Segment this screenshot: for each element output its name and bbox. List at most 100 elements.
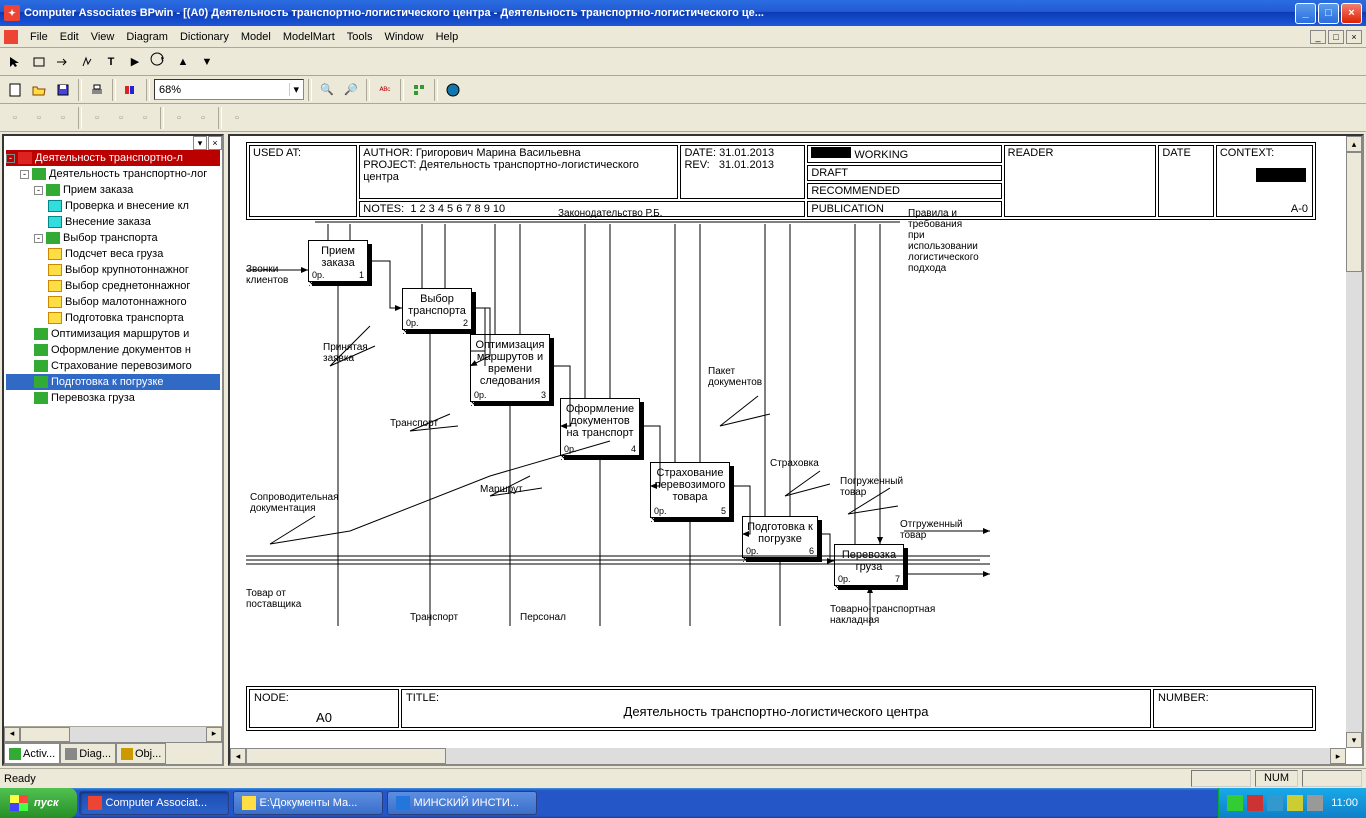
box-4[interactable]: Оформление документов на транспорт0р.4	[560, 398, 640, 456]
mm-btn-8: ▫	[192, 107, 214, 129]
sidebar-hscroll[interactable]: ◂▸	[4, 726, 222, 742]
tree-a0[interactable]: -Деятельность транспортно-лог	[6, 166, 220, 182]
model-explorer-button[interactable]	[408, 79, 430, 101]
tray-icon-5[interactable]	[1307, 795, 1323, 811]
mm-btn-3: ▫	[52, 107, 74, 129]
sidebar-tab-diagrams[interactable]: Diag...	[60, 743, 116, 764]
open-button[interactable]	[28, 79, 50, 101]
tree-opt[interactable]: Оптимизация маршрутов и	[6, 326, 220, 342]
label-paket: Пакет документов	[708, 366, 762, 388]
canvas-hscroll[interactable]: ◂▸	[230, 748, 1346, 764]
tree-root[interactable]: -Деятельность транспортно-л	[6, 150, 220, 166]
tree-priem[interactable]: -Прием заказа	[6, 182, 220, 198]
box-tool[interactable]	[28, 51, 50, 73]
tree-vybor-4[interactable]: Выбор малотоннажного	[6, 294, 220, 310]
menu-model[interactable]: Model	[235, 29, 277, 45]
label-soprov: Сопроводительная документация	[250, 492, 339, 514]
tree-podg[interactable]: Подготовка к погрузке	[6, 374, 220, 390]
menu-diagram[interactable]: Diagram	[120, 29, 174, 45]
app-icon: ✦	[4, 5, 20, 21]
tree-vybor[interactable]: -Выбор транспорта	[6, 230, 220, 246]
tree-vybor-3[interactable]: Выбор среднетоннажног	[6, 278, 220, 294]
down-tool[interactable]: ▼	[196, 51, 218, 73]
sidebar-float-button[interactable]: ▾	[193, 136, 207, 150]
tree-vybor-5[interactable]: Подготовка транспорта	[6, 310, 220, 326]
tree-strah[interactable]: Страхование перевозимого	[6, 358, 220, 374]
box-6[interactable]: Подготовка к погрузке0р.6	[742, 516, 818, 558]
print-button[interactable]	[86, 79, 108, 101]
menu-file[interactable]: File	[24, 29, 54, 45]
toolbar-standard: 68% ▾ 🔍 🔎 ᴬᴮᶜ	[0, 76, 1366, 104]
mdi-close-button[interactable]: ×	[1346, 30, 1362, 44]
task-word[interactable]: МИНСКИЙ ИНСТИ...	[387, 791, 537, 815]
label-zayavka: Принятая заявка	[323, 342, 368, 364]
mdi-restore-icon[interactable]	[4, 30, 18, 44]
sidebar-tab-activities[interactable]: Activ...	[4, 743, 60, 764]
modelmart-button[interactable]	[442, 79, 464, 101]
toolbar-modelmart: ▫ ▫ ▫ ▫ ▫ ▫ ▫ ▫ ▫	[0, 104, 1366, 132]
model-explorer: ▾× -Деятельность транспортно-л -Деятельн…	[2, 134, 224, 766]
canvas-vscroll[interactable]: ▴▾	[1346, 136, 1362, 748]
label-personal: Персонал	[520, 612, 566, 623]
squiggle-tool[interactable]	[76, 51, 98, 73]
zoom-combo[interactable]: 68% ▾	[154, 79, 304, 100]
tray-clock[interactable]: 11:00	[1331, 797, 1358, 809]
taskbar: пуск Computer Associat... E:\Документы М…	[0, 788, 1366, 818]
tray-icon-4[interactable]	[1287, 795, 1303, 811]
menu-help[interactable]: Help	[430, 29, 465, 45]
tree-perev[interactable]: Перевозка груза	[6, 390, 220, 406]
tray-icon-1[interactable]	[1227, 795, 1243, 811]
zoom-value: 68%	[159, 84, 181, 96]
tray-icon-3[interactable]	[1267, 795, 1283, 811]
box-2[interactable]: Выбор транспорта0р.2	[402, 288, 472, 330]
start-button[interactable]: пуск	[0, 788, 77, 818]
up-tool[interactable]: ▲	[172, 51, 194, 73]
tree-vybor-2[interactable]: Выбор крупнотоннажног	[6, 262, 220, 278]
task-explorer[interactable]: E:\Документы Ма...	[233, 791, 383, 815]
mm-btn-5: ▫	[110, 107, 132, 129]
arrows-layer	[230, 136, 1362, 764]
box-3[interactable]: Оптимизация маршрутов и времени следован…	[470, 334, 550, 402]
mdi-max-button[interactable]: □	[1328, 30, 1344, 44]
box-1[interactable]: Прием заказа0р.1	[308, 240, 368, 282]
system-tray[interactable]: 11:00	[1218, 788, 1366, 818]
tree-priem-1[interactable]: Проверка и внесение кл	[6, 198, 220, 214]
task-bpwin[interactable]: Computer Associat...	[79, 791, 229, 815]
go-child-tool[interactable]	[148, 51, 170, 73]
new-button[interactable]	[4, 79, 26, 101]
tree-priem-2[interactable]: Внесение заказа	[6, 214, 220, 230]
go-parent-tool[interactable]: ▶	[124, 51, 146, 73]
maximize-button[interactable]: □	[1318, 3, 1339, 24]
menu-edit[interactable]: Edit	[54, 29, 85, 45]
mm-btn-9: ▫	[226, 107, 248, 129]
pointer-tool[interactable]	[4, 51, 26, 73]
zoom-out-button[interactable]: 🔎	[340, 79, 362, 101]
mdi-min-button[interactable]: _	[1310, 30, 1326, 44]
menu-window[interactable]: Window	[378, 29, 429, 45]
menu-modelmart[interactable]: ModelMart	[277, 29, 341, 45]
menu-dictionary[interactable]: Dictionary	[174, 29, 235, 45]
tree-vybor-1[interactable]: Подсчет веса груза	[6, 246, 220, 262]
tree-view[interactable]: -Деятельность транспортно-л -Деятельност…	[4, 136, 222, 726]
label-pogruzh: Погруженный товар	[840, 476, 903, 498]
sidebar-tab-objects[interactable]: Obj...	[116, 743, 166, 764]
text-tool[interactable]: T	[100, 51, 122, 73]
box-7[interactable]: Перевозка груза0р.7	[834, 544, 904, 586]
save-button[interactable]	[52, 79, 74, 101]
zoom-in-button[interactable]: 🔍	[316, 79, 338, 101]
report-button[interactable]	[120, 79, 142, 101]
arrow-tool[interactable]	[52, 51, 74, 73]
minimize-button[interactable]: _	[1295, 3, 1316, 24]
diagram-canvas[interactable]: USED AT: AUTHOR: Григорович Марина Васил…	[228, 134, 1364, 766]
menu-view[interactable]: View	[85, 29, 121, 45]
chevron-down-icon: ▾	[289, 83, 299, 96]
tray-icon-2[interactable]	[1247, 795, 1263, 811]
label-tovar: Товар от поставщика	[246, 588, 301, 610]
label-transport2: Транспорт	[410, 612, 458, 623]
sidebar-close-button[interactable]: ×	[208, 136, 222, 150]
spellcheck-button[interactable]: ᴬᴮᶜ	[374, 79, 396, 101]
close-button[interactable]: ×	[1341, 3, 1362, 24]
box-5[interactable]: Страхование перевозимого товара0р.5	[650, 462, 730, 518]
menu-tools[interactable]: Tools	[341, 29, 379, 45]
tree-oform[interactable]: Оформление документов н	[6, 342, 220, 358]
